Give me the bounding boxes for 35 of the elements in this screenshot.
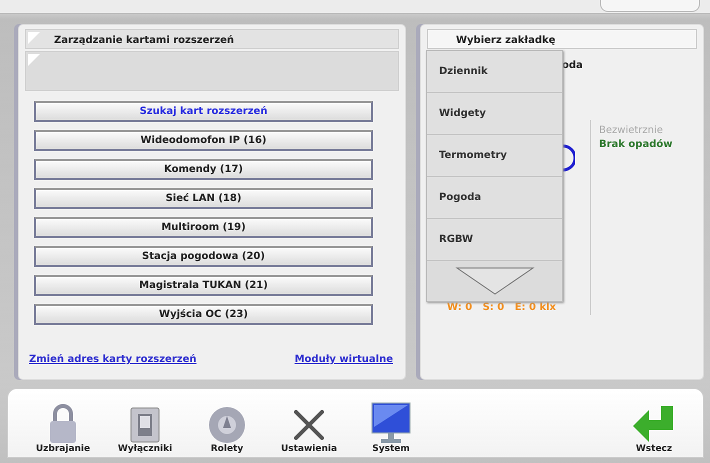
light-reading: W: 0 S: 0 E: 0 klx [447,301,556,315]
round-blind-icon [208,406,246,444]
dropdown-item[interactable]: RGBW [427,219,562,261]
rain-text: Brak opadów [599,138,672,152]
search-button[interactable]: Szukaj kart rozszerzeń [34,101,373,122]
toolbar-button[interactable]: Wstecz [613,404,695,457]
dropdown-item[interactable]: Pogoda [427,177,562,219]
toolbar-button[interactable]: Uzbrajanie [22,404,104,457]
corner-mark [28,54,40,66]
arc-drawing [561,143,575,173]
link[interactable]: Zmień adres karty rozszerzeń [29,352,196,367]
tab-selector-header[interactable]: Wybierz zakładkę [427,29,697,49]
link[interactable]: Moduły wirtualne [294,352,393,367]
card-button[interactable]: Multiroom (19) [34,217,373,238]
toolbar-button[interactable]: System [350,402,432,457]
dropdown-item[interactable]: Termometry [427,135,562,177]
wind-text: Bezwietrznie [599,124,663,138]
heading-text: oda [562,59,583,73]
card-button[interactable]: Wyjścia OC (23) [34,304,373,325]
dropdown-item[interactable]: Dziennik [427,51,562,93]
selector-title: Wybierz zakładkę [456,35,556,46]
toolbar-button[interactable]: Ustawienia [268,406,350,457]
card-button[interactable]: Magistrala TUKAN (21) [34,275,373,296]
card-button[interactable]: Komendy (17) [34,159,373,180]
switch-icon [129,406,161,444]
toolbar-button[interactable]: Wyłączniki [104,406,186,457]
toolbar-button[interactable]: Rolety [186,406,268,457]
card-button[interactable]: Wideodomofon IP (16) [34,130,373,151]
panel-title: Zarządzanie kartami rozszerzeń [54,35,234,46]
card-button[interactable]: Sieć LAN (18) [34,188,373,209]
monitor-icon [371,402,411,444]
card-button[interactable]: Stacja pogodowa (20) [34,246,373,267]
padlock-icon [48,404,78,444]
scroll-down-icon[interactable] [454,266,534,296]
dropdown-item[interactable]: Widgety [427,93,562,135]
